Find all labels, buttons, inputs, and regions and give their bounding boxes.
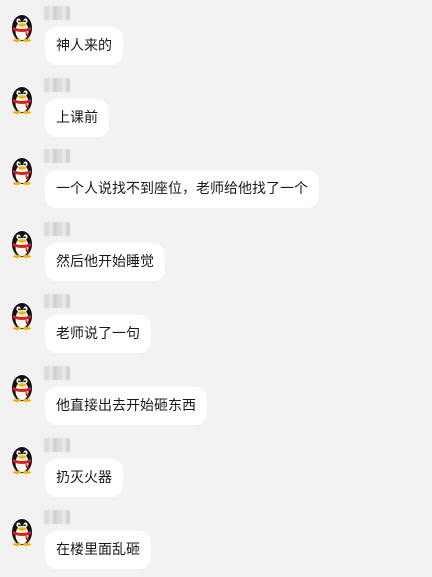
chat-message: 他直接出去开始砸东西 [0,360,432,425]
qq-penguin-icon[interactable] [9,155,35,185]
sender-name-blurred [44,294,70,308]
chat-message: 在楼里面乱砸 [0,504,432,569]
message-bubble[interactable]: 神人来的 [45,27,123,65]
chat-message: 老师说了一句 [0,288,432,353]
qq-penguin-icon[interactable] [9,444,35,474]
chat-message: 一个人说找不到座位，老师给他找了一个 [0,143,432,208]
sender-name-blurred [44,366,70,380]
message-bubble[interactable]: 他直接出去开始砸东西 [45,387,207,425]
qq-penguin-icon[interactable] [9,372,35,402]
qq-penguin-icon[interactable] [9,12,35,42]
message-bubble[interactable]: 上课前 [45,99,109,137]
qq-penguin-icon[interactable] [9,516,35,546]
sender-name-blurred [44,6,70,20]
chat-message: 上课前 [0,72,432,137]
message-bubble[interactable]: 在楼里面乱砸 [45,531,151,569]
message-bubble[interactable]: 然后他开始睡觉 [45,243,165,281]
chat-message: 然后他开始睡觉 [0,216,432,281]
chat-message-list[interactable]: 神人来的 上课前 一个人说找不到座位，老师给他找了一个 然后他开始睡觉 老师说了… [0,0,432,577]
qq-penguin-icon[interactable] [9,300,35,330]
sender-name-blurred [44,510,70,524]
sender-name-blurred [44,222,70,236]
sender-name-blurred [44,149,70,163]
message-bubble[interactable]: 老师说了一句 [45,315,151,353]
sender-name-blurred [44,78,70,92]
chat-message: 神人来的 [0,0,432,65]
qq-penguin-icon[interactable] [9,84,35,114]
message-bubble[interactable]: 扔灭火器 [45,459,123,497]
qq-penguin-icon[interactable] [9,228,35,258]
chat-message: 扔灭火器 [0,432,432,497]
sender-name-blurred [44,438,70,452]
message-bubble[interactable]: 一个人说找不到座位，老师给他找了一个 [45,170,319,208]
